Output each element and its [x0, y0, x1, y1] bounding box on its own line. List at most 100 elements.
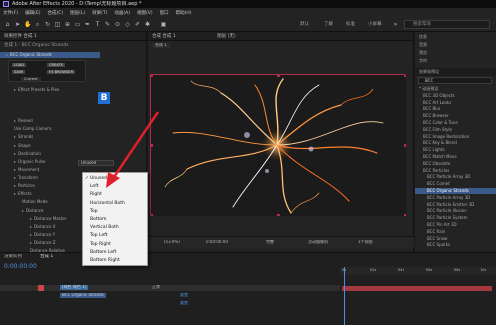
clone-tool-icon[interactable]: ⊙ [114, 21, 121, 28]
effects-preset-item[interactable]: BCC Browser [415, 113, 496, 119]
expand-caret-icon[interactable]: ▸ [30, 232, 32, 237]
effect-param-row[interactable]: ▸ Effect Presets & Pixe [0, 87, 59, 93]
layer-tab[interactable]: 图层 (无) [217, 34, 235, 39]
create-button[interactable]: CREATE [47, 63, 65, 68]
dropdown-option[interactable]: Bottom [90, 217, 107, 223]
load-button[interactable]: LOAD [12, 63, 26, 68]
pan-behind-tool-icon[interactable]: ⊕ [64, 21, 71, 28]
effect-param-row[interactable]: ▸ Distance Z [0, 240, 56, 246]
effects-preset-item[interactable]: BCC Film Style [415, 127, 496, 133]
effects-preset-item[interactable]: BCC Organic Strands [415, 188, 496, 194]
puppet-tool-icon[interactable]: ✱ [144, 21, 151, 28]
brush-tool-icon[interactable]: ✎ [104, 21, 111, 28]
effect-param-row[interactable]: ▸ Distance X [0, 224, 56, 230]
eraser-tool-icon[interactable]: ◇ [124, 21, 131, 28]
dropdown-option[interactable]: Bottom Right [90, 258, 120, 264]
effects-preset-item[interactable]: BCC Color & Tone [415, 120, 496, 126]
effect-controls-tab[interactable]: 效果控件 合成 1 [0, 32, 146, 41]
effect-reset-link-2[interactable]: 重置 [180, 301, 188, 306]
expand-caret-icon[interactable]: ▸ [14, 167, 16, 172]
effect-param-row[interactable]: ▸ Particles [0, 183, 35, 189]
effects-preset-item[interactable]: BCC Match Move [415, 154, 496, 160]
dropdown-option[interactable]: Vertical Both [90, 225, 119, 231]
effect-reset-link[interactable]: 重置 [180, 293, 188, 298]
zoom-level[interactable]: (53.9%) [164, 240, 180, 245]
expand-caret-icon[interactable]: ▸ [14, 143, 16, 148]
effect-param-row[interactable]: ▸ Movement [0, 167, 39, 173]
layer-mode[interactable]: 正常 [152, 285, 160, 290]
timeline-comp-tab[interactable]: 合成 1 [40, 254, 53, 259]
effect-param-row[interactable]: ▸ Distance Master [0, 216, 66, 222]
menu-composition[interactable]: 合成(C) [47, 10, 63, 16]
menu-layer[interactable]: 图层(L) [70, 10, 85, 16]
expand-caret-icon[interactable]: ▸ [6, 52, 8, 57]
effects-preset-item[interactable]: BCC Art Looks [415, 100, 496, 106]
character-tab[interactable]: 字符 [415, 58, 427, 65]
effects-search-input[interactable]: BCC [418, 77, 492, 84]
layer-color-label[interactable] [38, 285, 44, 291]
home-icon[interactable]: ⌂ [4, 21, 11, 28]
effects-preset-item[interactable]: BCC Comet [415, 181, 496, 187]
timeline-effect-name[interactable]: BCC Organic Strands [60, 293, 106, 298]
expand-caret-icon[interactable]: ▸ [14, 159, 16, 164]
preview-tab[interactable]: 预览 [415, 50, 427, 57]
effect-param-row[interactable]: ▸ Distance [0, 208, 44, 214]
effect-param-row[interactable]: ▸ Effects [0, 191, 32, 197]
menu-help[interactable]: 帮助(H) [176, 10, 192, 16]
menu-file[interactable]: 文件(F) [3, 10, 18, 16]
effects-preset-item[interactable]: BCC Particle Array 3D [415, 174, 496, 180]
menu-view[interactable]: 视图(V) [137, 10, 153, 16]
expand-caret-icon[interactable]: ▸ [14, 87, 16, 92]
menu-animation[interactable]: 动画(A) [114, 10, 130, 16]
comp-breadcrumb[interactable]: 合成 1 [152, 43, 170, 48]
effects-preset-item[interactable]: BCC Obsolete [415, 161, 496, 167]
composition-viewer[interactable] [150, 74, 407, 217]
help-search-input[interactable]: 搜索帮助 [404, 20, 490, 29]
rectangle-tool-icon[interactable]: ▭ [74, 21, 81, 28]
expand-caret-icon[interactable]: ▸ [14, 183, 16, 188]
effect-param-row[interactable]: Use Comp Camera [0, 126, 51, 132]
effects-preset-item[interactable]: BCC Particle Array 3D [415, 195, 496, 201]
text-tool-icon[interactable]: T [94, 21, 101, 28]
menu-effect[interactable]: 效果(T) [92, 10, 107, 16]
views-select[interactable]: 1个视图 [358, 240, 373, 245]
timeline-timecode[interactable]: 0:00:00:00 [4, 263, 37, 270]
effect-param-row[interactable]: ▸ Shape [0, 143, 31, 149]
effects-preset-item[interactable]: BCC Key & Blend [415, 140, 496, 146]
camera-select[interactable]: 活动摄像机 [308, 240, 328, 245]
effects-presets-tab[interactable]: 效果和预设 [415, 68, 496, 76]
effect-param-row[interactable]: ▸ Organic Pulse [0, 159, 45, 165]
info-tab[interactable]: 信息 [415, 34, 427, 41]
effects-preset-item[interactable]: BCC Particle Emitter 3D [415, 202, 496, 208]
expand-caret-icon[interactable]: ▸ [14, 134, 16, 139]
effects-preset-item[interactable]: BCC Image Restoration [415, 134, 496, 140]
save-button[interactable]: SAVE [12, 70, 26, 75]
audio-tab[interactable]: 音频 [415, 42, 427, 49]
expand-caret-icon[interactable]: ▸ [22, 208, 24, 213]
effects-preset-item[interactable]: BCC Sparks [415, 242, 496, 248]
layer-row[interactable]: [纯色 纯色 1] 正常 [0, 285, 340, 291]
playhead[interactable] [344, 267, 345, 325]
effects-preset-item[interactable]: BCC Blur [415, 106, 496, 112]
dropdown-option[interactable]: Top Left [90, 233, 108, 239]
effect-param-row[interactable]: Motion Mode [0, 199, 48, 205]
workspace-more-icon[interactable]: » [392, 21, 399, 28]
expand-caret-icon[interactable]: ▸ [14, 118, 16, 123]
rotate-tool-icon[interactable]: ↻ [44, 21, 51, 28]
roto-tool-icon[interactable]: ✐ [134, 21, 141, 28]
workspace-learn[interactable]: 了解 [324, 21, 333, 27]
dropdown-option[interactable]: Horizontal Both [90, 201, 125, 207]
menu-window[interactable]: 窗口 [160, 10, 169, 16]
effects-preset-item[interactable]: * 动画预设 [415, 86, 496, 92]
expand-caret-icon[interactable]: ▸ [30, 240, 32, 245]
pen-tool-icon[interactable]: ✒ [84, 21, 91, 28]
resolution-select[interactable]: 完整 [266, 240, 274, 245]
expand-caret-icon[interactable]: ▸ [14, 191, 16, 196]
comp-timecode[interactable]: 0:00:00:00 [206, 240, 228, 245]
effects-preset-item[interactable]: BCC Particle System [415, 215, 496, 221]
layer-name[interactable]: [纯色 纯色 1] [60, 285, 89, 290]
effect-param-row[interactable]: ▸ Transform [0, 175, 38, 181]
selection-tool-icon[interactable]: ➤ [14, 21, 21, 28]
effects-preset-item[interactable]: BCC Particle Illusion [415, 208, 496, 214]
workspace-standard[interactable]: 标准 [346, 21, 355, 27]
